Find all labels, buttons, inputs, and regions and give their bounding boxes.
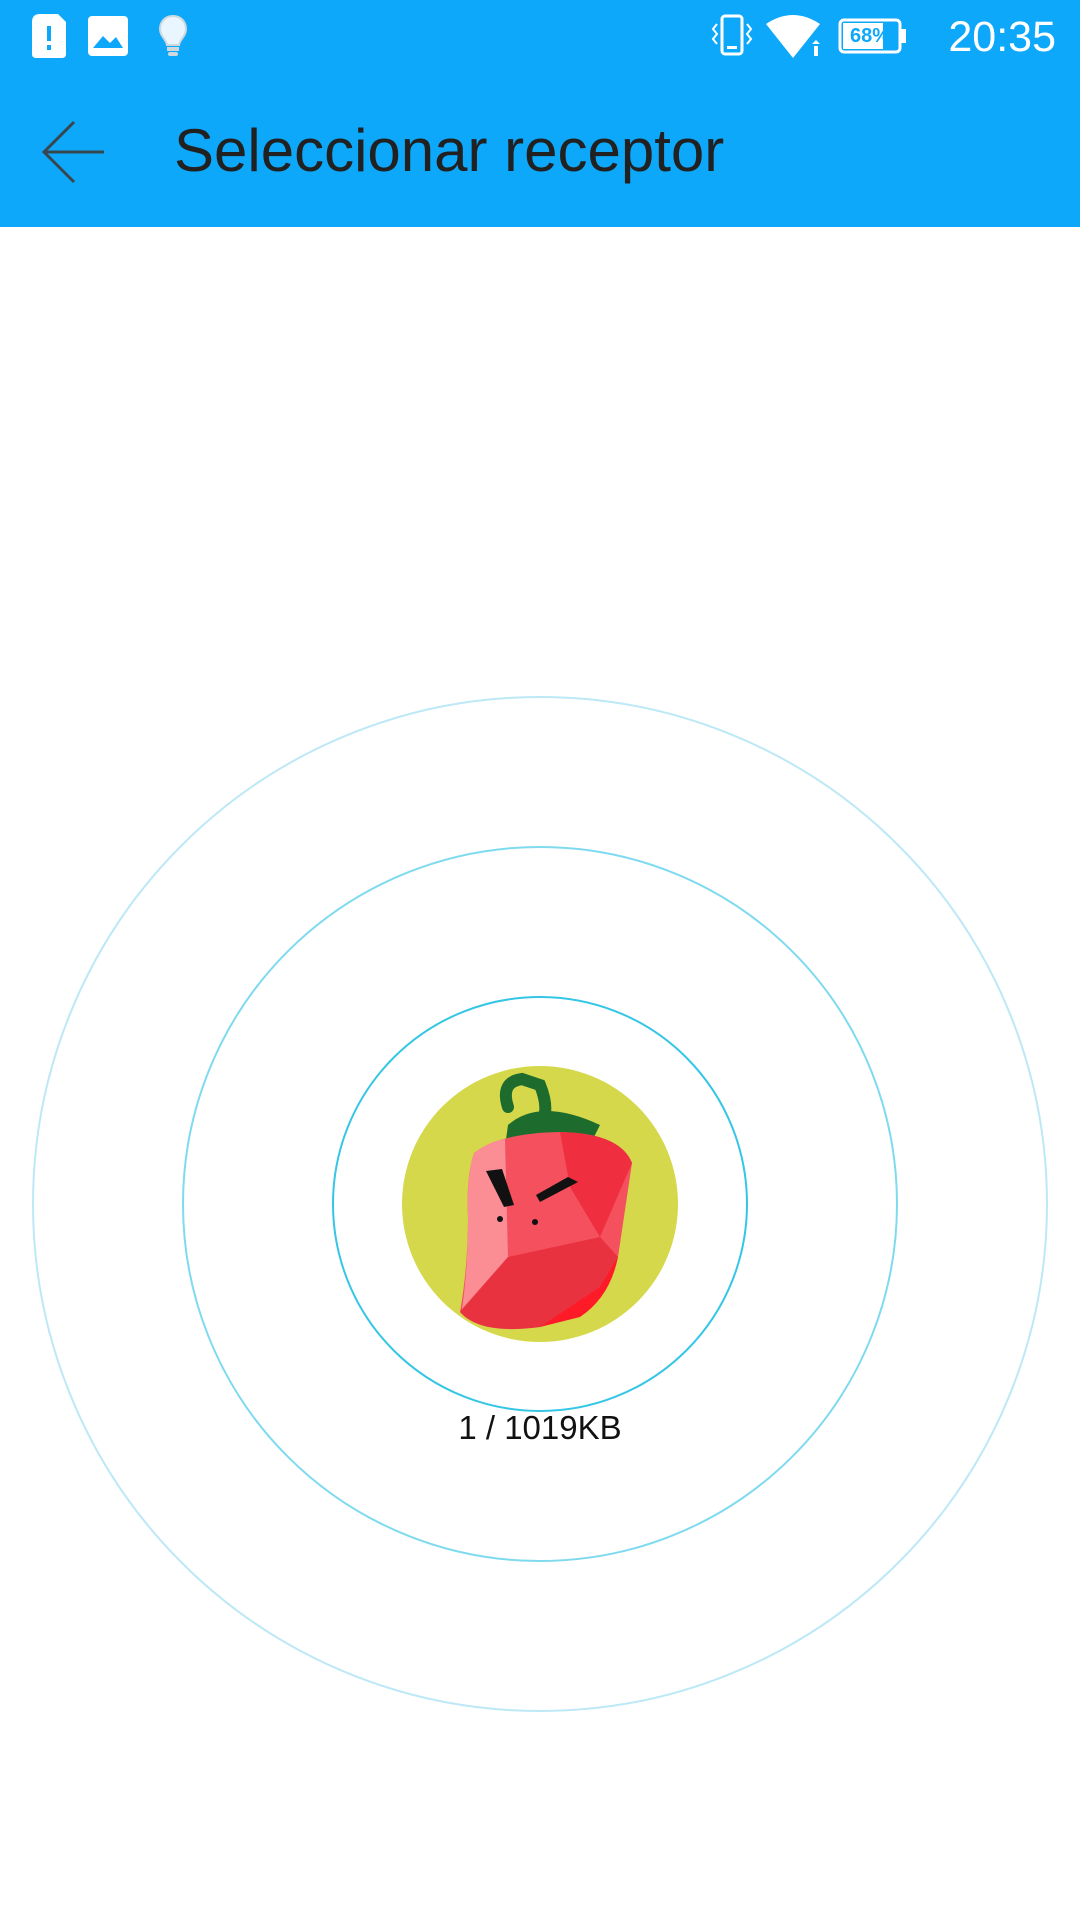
radar-scan bbox=[32, 696, 1048, 1712]
battery-percent: 68% bbox=[850, 25, 891, 47]
page-title: Seleccionar receptor bbox=[174, 117, 725, 184]
status-left-icons bbox=[30, 0, 330, 74]
status-clock: 20:35 bbox=[948, 13, 1056, 61]
sim-alert-icon bbox=[32, 14, 66, 58]
transfer-info: 1 / 1019KB bbox=[458, 1409, 622, 1446]
app-bar: Seleccionar receptor bbox=[0, 74, 1080, 227]
image-icon bbox=[88, 16, 128, 56]
wifi-icon bbox=[766, 15, 820, 58]
lightbulb-icon bbox=[158, 14, 188, 56]
back-button[interactable] bbox=[24, 104, 120, 200]
vibrate-icon bbox=[711, 14, 753, 56]
status-bar: 68% 20:35 bbox=[0, 0, 1080, 74]
arrow-left-icon bbox=[41, 120, 104, 184]
red-pepper-avatar[interactable] bbox=[400, 1064, 680, 1344]
